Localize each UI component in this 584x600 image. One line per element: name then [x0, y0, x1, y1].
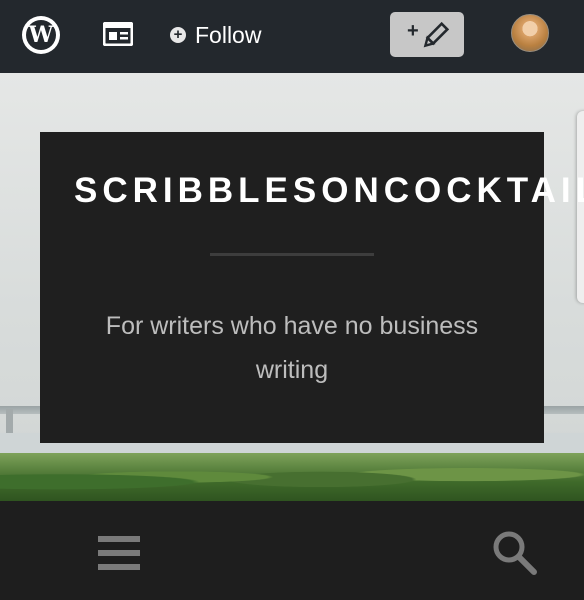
bottom-nav [0, 501, 584, 600]
wordpress-logo-icon[interactable]: W [22, 16, 60, 54]
menu-icon[interactable] [98, 536, 140, 570]
header-image: SCRIBBLESONCOCKTAILS For writers who hav… [0, 73, 584, 501]
pencil-icon: + [407, 21, 450, 48]
site-tagline: For writers who have no business writing [105, 312, 479, 384]
svg-text:+: + [407, 21, 419, 42]
site-title[interactable]: SCRIBBLESONCOCKTAILS [74, 166, 584, 216]
write-post-button[interactable]: + [390, 12, 464, 57]
grass-decoration [0, 453, 584, 501]
follow-button[interactable]: + Follow [170, 20, 261, 50]
reader-icon[interactable] [102, 21, 134, 47]
title-divider [210, 253, 374, 256]
user-avatar[interactable] [511, 14, 549, 52]
follow-plus-icon: + [170, 27, 186, 43]
follow-label: Follow [195, 21, 262, 48]
admin-bar: W + Follow + [0, 0, 584, 73]
site-branding-panel: SCRIBBLESONCOCKTAILS For writers who hav… [40, 132, 584, 443]
search-icon[interactable] [490, 528, 538, 576]
